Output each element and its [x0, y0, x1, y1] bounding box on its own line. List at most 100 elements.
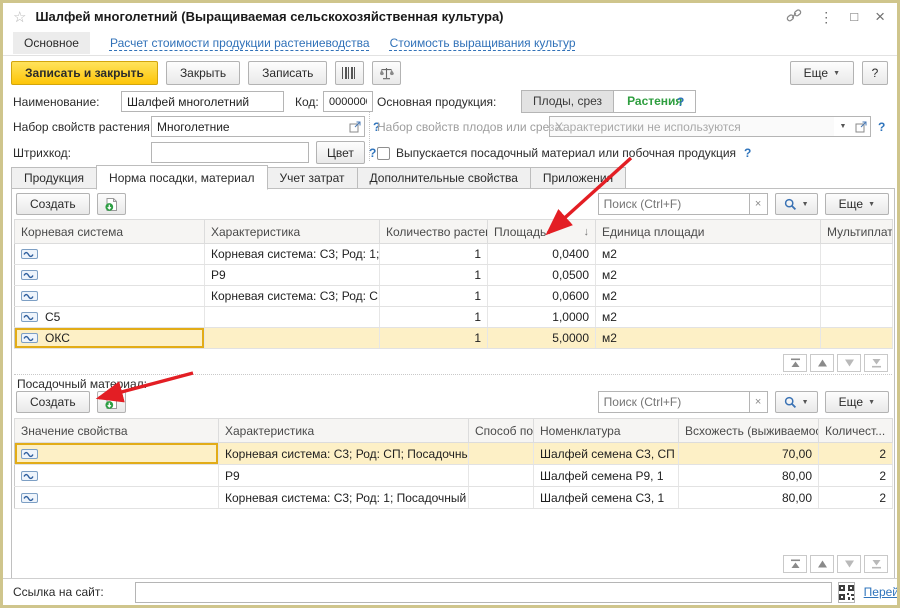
name-field[interactable]: [121, 91, 284, 112]
color-button[interactable]: Цвет: [316, 141, 365, 164]
barcode-button[interactable]: [335, 61, 364, 85]
search-input-norms[interactable]: [598, 193, 750, 215]
tab-cost-accounting[interactable]: Учет затрат: [267, 167, 358, 189]
command-bar: Записать и закрыть Закрыть Записать: [11, 61, 401, 85]
col-area-unit[interactable]: Единица площади: [596, 220, 821, 244]
close-button[interactable]: Закрыть: [166, 61, 240, 85]
menu-kebab-icon[interactable]: ⋮: [819, 10, 833, 24]
plant-props-field[interactable]: [151, 116, 347, 137]
name-label: Наименование:: [13, 95, 100, 109]
col-quantity[interactable]: Количест...: [819, 419, 893, 443]
planting-norms-table: Корневая система Характеристика Количест…: [14, 219, 893, 349]
favorite-star-icon[interactable]: ☆: [13, 8, 26, 26]
move-down-button[interactable]: [837, 555, 861, 573]
create-button-norms[interactable]: Создать: [16, 193, 90, 215]
clear-search-icon[interactable]: ×: [750, 391, 768, 413]
clear-search-icon[interactable]: ×: [750, 193, 768, 215]
go-to-site-link[interactable]: Перейти: [864, 585, 900, 599]
chevron-down-icon: ▼: [868, 399, 875, 406]
characteristic-icon: [21, 333, 38, 343]
chevron-down-icon: ▼: [802, 399, 809, 406]
col-multiplates[interactable]: Мультиплаты: [821, 220, 893, 244]
fruit-props-dropdown-button[interactable]: ▼: [834, 116, 853, 137]
col-property-value[interactable]: Значение свойства: [15, 419, 219, 443]
scales-button[interactable]: [372, 61, 401, 85]
open-icon: [855, 121, 867, 133]
tab-attachments[interactable]: Приложения: [530, 167, 626, 189]
more-button-material[interactable]: Еще▼: [825, 391, 889, 413]
more-button-commandbar[interactable]: Еще▼: [790, 61, 854, 85]
save-and-close-button[interactable]: Записать и закрыть: [11, 61, 158, 85]
site-link-field[interactable]: [135, 582, 832, 603]
table-header-row: Корневая система Характеристика Количест…: [15, 220, 893, 244]
header-form: Наименование: Код: Основная продукция: П…: [3, 89, 897, 165]
move-top-button[interactable]: [783, 354, 807, 372]
tab-panel: Создать × ▼ Еще▼ Корневая система Характ…: [11, 188, 895, 579]
col-plant-count[interactable]: Количество растений: [380, 220, 488, 244]
col-root-system[interactable]: Корневая система: [15, 220, 205, 244]
col-characteristic[interactable]: Характеристика: [205, 220, 380, 244]
sort-descending-icon: ↓: [584, 226, 590, 238]
search-options-button-norms[interactable]: ▼: [775, 193, 818, 215]
characteristic-icon: [21, 471, 38, 481]
tab-planting-norm[interactable]: Норма посадки, материал: [96, 165, 268, 190]
help-icon-checkbox[interactable]: ?: [742, 146, 753, 160]
table-row[interactable]: Корневая система: С3; Род: 1; Посадочный…: [15, 487, 893, 509]
nav-link-growing-cost[interactable]: Стоимость выращивания культур: [390, 36, 576, 50]
qr-code-icon: [839, 585, 854, 600]
close-icon[interactable]: ×: [875, 8, 885, 25]
tab-products[interactable]: Продукция: [11, 167, 97, 189]
table-row[interactable]: Корневая система: С3; Род: 1; Посадочный…: [15, 244, 893, 265]
create-button-material[interactable]: Создать: [16, 391, 90, 413]
open-fruit-props-button[interactable]: [852, 116, 871, 137]
col-nomenclature[interactable]: Номенклатура: [534, 419, 679, 443]
code-field[interactable]: [323, 91, 373, 112]
tab-additional-props[interactable]: Дополнительные свойства: [357, 167, 531, 189]
col-characteristic[interactable]: Характеристика: [219, 419, 469, 443]
nav-tab-main[interactable]: Основное: [13, 32, 90, 54]
move-bottom-button[interactable]: [864, 354, 888, 372]
open-plant-props-button[interactable]: [346, 116, 365, 137]
table-row[interactable]: С5 1 1,0000 м2: [15, 307, 893, 328]
qr-code-button[interactable]: [838, 582, 855, 603]
table-row[interactable]: Р9 Шалфей семена Р9, 1 80,00 2: [15, 465, 893, 487]
col-germination[interactable]: Всхожесть (выживаемос...↓: [679, 419, 819, 443]
search-box-material: ×: [598, 391, 768, 413]
barcode-field[interactable]: [151, 142, 309, 163]
move-down-button[interactable]: [837, 354, 861, 372]
refresh-button-material[interactable]: [97, 391, 126, 413]
barcode-label: Штрихкод:: [13, 146, 71, 160]
link-icon[interactable]: [786, 8, 802, 25]
help-icon-fruit-props[interactable]: ?: [876, 120, 887, 134]
chevron-down-icon: ▼: [833, 70, 840, 77]
refresh-icon: [104, 197, 119, 212]
table-row-selected[interactable]: Корневая система: С3; Род: СП; Посадочны…: [15, 443, 893, 465]
table-row[interactable]: Корневая система: С3; Род: СП; Посадочны…: [15, 286, 893, 307]
scales-icon: [379, 67, 394, 80]
maximize-icon[interactable]: □: [850, 10, 858, 23]
more-button-norms[interactable]: Еще▼: [825, 193, 889, 215]
save-button[interactable]: Записать: [248, 61, 327, 85]
refresh-button-norms[interactable]: [97, 193, 126, 215]
move-up-button[interactable]: [810, 555, 834, 573]
planting-material-section-label: Посадочный материал:: [17, 377, 147, 391]
search-options-button-material[interactable]: ▼: [775, 391, 818, 413]
search-input-material[interactable]: [598, 391, 750, 413]
table-row-selected[interactable]: ОКС 1 5,0000 м2: [15, 328, 893, 349]
site-link-label: Ссылка на сайт:: [13, 585, 104, 599]
col-planting-method[interactable]: Способ поса...: [469, 419, 534, 443]
planting-material-checkbox[interactable]: [377, 147, 390, 160]
nav-link-cost-calc[interactable]: Расчет стоимости продукции растениеводст…: [110, 36, 370, 50]
col-area[interactable]: Площадь↓: [488, 220, 596, 244]
help-icon-main-product[interactable]: ?: [675, 95, 686, 109]
characteristic-icon: [21, 291, 38, 301]
fruit-props-label: Набор свойств плодов или среза:: [377, 120, 564, 134]
fruit-props-field[interactable]: [549, 116, 835, 137]
help-button[interactable]: ?: [862, 61, 888, 85]
move-top-button[interactable]: [783, 555, 807, 573]
move-up-button[interactable]: [810, 354, 834, 372]
move-bottom-button[interactable]: [864, 555, 888, 573]
main-product-option-fruits[interactable]: Плоды, срез: [522, 91, 614, 112]
table-row[interactable]: Р9 1 0,0500 м2: [15, 265, 893, 286]
page-tabs: Продукция Норма посадки, материал Учет з…: [11, 164, 889, 189]
